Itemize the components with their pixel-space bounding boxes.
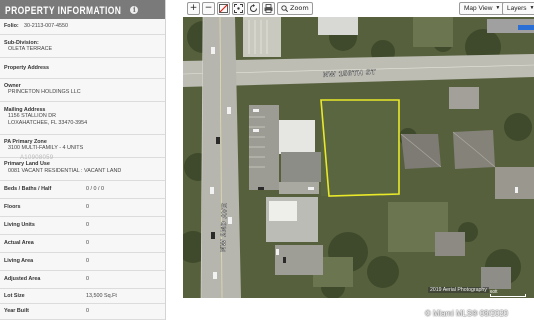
field-subdivision: Sub-Division: OLETA TERRACE xyxy=(0,35,165,58)
field-value: 0 xyxy=(86,276,89,282)
field-value: 3100 MULTI-FAMILY - 4 UNITS xyxy=(8,145,84,151)
field-value: 30-2113-007-4550 xyxy=(24,23,68,29)
panel-header: PROPERTY INFORMATION i xyxy=(0,0,165,19)
field-adjusted-area: Adjusted Area 0 xyxy=(0,271,165,289)
zoom-in-button[interactable]: + xyxy=(187,2,200,15)
magnifier-icon xyxy=(281,5,288,12)
field-label: Beds / Baths / Half xyxy=(4,186,52,192)
field-value: 0 xyxy=(86,258,89,264)
field-year-built: Year Built 0 xyxy=(0,304,165,320)
building xyxy=(449,87,479,109)
field-label: Actual Area xyxy=(4,240,34,246)
print-icon xyxy=(264,4,273,13)
field-beds-baths: Beds / Baths / Half 0 / 0 / 0 xyxy=(0,181,165,199)
parcel-area xyxy=(321,100,399,196)
field-value-line: LOXAHATCHEE, FL 33470-3954 xyxy=(8,120,88,126)
field-label: Lot Size xyxy=(4,293,25,299)
field-actual-area: Actual Area 0 xyxy=(0,235,165,253)
scale-bar xyxy=(490,294,526,297)
building xyxy=(281,152,321,182)
aerial-imagery: NW 156TH ST NW 2ND AVE xyxy=(183,17,534,298)
field-value: 0081 VACANT RESIDENTIAL : VACANT LAND xyxy=(8,168,122,174)
field-owner: Owner PRINCETON HOLDINGS LLC xyxy=(0,79,165,102)
property-panel: PROPERTY INFORMATION i Folio: 30-2113-00… xyxy=(0,0,166,320)
zoom-button-label: Zoom xyxy=(290,4,309,12)
field-label: Living Area xyxy=(4,258,34,264)
field-value-line: 1156 STALLION DR xyxy=(8,113,57,119)
field-label: Primary Land Use xyxy=(4,161,50,167)
field-label: Property Address xyxy=(4,65,50,71)
field-property-address: Property Address xyxy=(0,58,165,79)
pencil-cancel-icon xyxy=(219,4,228,13)
panel-title: PROPERTY INFORMATION xyxy=(5,3,122,16)
map-attribution: 2019 Aerial Photography xyxy=(428,287,489,293)
field-label: Year Built xyxy=(4,308,29,314)
field-value: 13,500 Sq.Ft xyxy=(86,293,117,299)
field-floors: Floors 0 xyxy=(0,199,165,217)
field-value: 0 xyxy=(86,240,89,246)
field-primary-land-use: Primary Land Use 0081 VACANT RESIDENTIAL… xyxy=(0,158,165,181)
field-lot-size: Lot Size 13,500 Sq.Ft xyxy=(0,289,165,304)
field-mailing-address: Mailing Address 1156 STALLION DR LOXAHAT… xyxy=(0,102,165,135)
refresh-button[interactable] xyxy=(247,2,260,15)
field-label: Folio: xyxy=(4,23,19,29)
fullscreen-icon xyxy=(234,4,243,13)
print-button[interactable] xyxy=(262,2,275,15)
building xyxy=(279,120,315,154)
field-value: 0 / 0 / 0 xyxy=(86,186,104,192)
building xyxy=(318,17,358,35)
map-toolbar: + − Zoom xyxy=(187,2,313,15)
field-folio: Folio: 30-2113-007-4550 xyxy=(0,19,165,35)
parking-lot xyxy=(249,105,279,190)
parking-lot xyxy=(275,245,323,275)
watermark: A10908059 xyxy=(20,155,54,161)
refresh-icon xyxy=(250,4,257,12)
map-view-dropdown[interactable]: Map View ▼ xyxy=(459,2,506,15)
copyright-watermark: © Miami MLS® 08/2020 xyxy=(425,309,508,318)
field-label: Living Units xyxy=(4,222,35,228)
field-label: Floors xyxy=(4,204,21,210)
field-label: Adjusted Area xyxy=(4,276,41,282)
clear-selection-button[interactable] xyxy=(217,2,230,15)
layers-label: Layers xyxy=(507,5,527,12)
field-living-area: Living Area 0 xyxy=(0,253,165,271)
aerial-map[interactable]: NW 156TH ST NW 2ND AVE xyxy=(183,17,534,298)
map-view-label: Map View xyxy=(464,5,493,12)
field-value: 0 xyxy=(86,308,89,314)
field-living-units: Living Units 0 xyxy=(0,217,165,235)
field-value: PRINCETON HOLDINGS LLC xyxy=(8,89,81,95)
zoom-button[interactable]: Zoom xyxy=(277,2,313,15)
info-icon[interactable]: i xyxy=(130,5,139,14)
layers-dropdown[interactable]: Layers ▼ xyxy=(502,2,534,15)
field-value: OLETA TERRACE xyxy=(8,46,53,52)
full-extent-button[interactable] xyxy=(232,2,245,15)
chevron-down-icon: ▼ xyxy=(495,5,501,11)
field-value: 0 xyxy=(86,222,89,228)
zoom-out-button[interactable]: − xyxy=(202,2,215,15)
chevron-down-icon: ▼ xyxy=(529,5,534,11)
field-value: 0 xyxy=(86,204,89,210)
